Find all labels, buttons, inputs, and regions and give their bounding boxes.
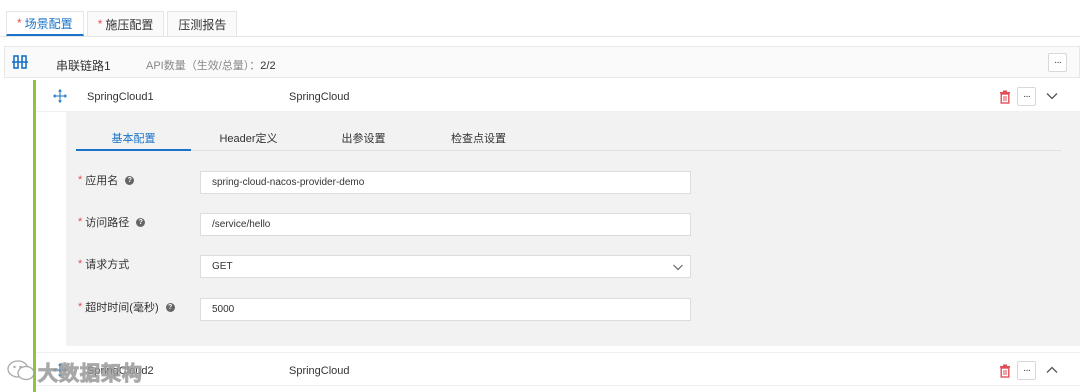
field-label-method: * 请求方式 [78,256,129,272]
sub-tab-output[interactable]: 出参设置 [306,130,421,151]
tab-label: 施压配置 [105,17,154,32]
chain-bar [33,80,36,392]
required-mark: * [78,174,83,186]
chain-more-button[interactable]: ··· [1048,53,1067,72]
method-value: GET [212,261,233,272]
field-label-text: 请求方式 [85,259,130,271]
tab-scene-config[interactable]: * 场景配置 [6,11,84,36]
delete-icon[interactable] [999,364,1011,378]
sub-tab-header[interactable]: Header定义 [191,130,306,151]
chevron-up-icon[interactable] [1045,363,1059,377]
required-mark: * [17,16,22,30]
tab-label: 压测报告 [178,17,227,32]
chain-icon [12,55,28,69]
field-label-app-name: * 应用名 ? [78,172,135,188]
config-sub-tabs: 基本配置 Header定义 出参设置 检查点设置 [76,130,1061,151]
delete-icon[interactable] [999,90,1011,104]
config-panel: 基本配置 Header定义 出参设置 检查点设置 * 应用名 ? spring-… [66,112,1080,346]
watermark-text: 大数据架构 [38,362,143,385]
help-icon[interactable]: ? [125,175,135,185]
chevron-down-icon[interactable] [1045,89,1059,103]
app-name-value: spring-cloud-nacos-provider-demo [212,177,365,188]
node-row-2[interactable]: SpringCloud2 SpringCloud ··· [36,352,1080,386]
timeout-value: 5000 [212,304,235,315]
api-count-label: API数量（生效/总量）： [146,60,261,72]
field-label-text: 应用名 [85,175,119,187]
node-more-button[interactable]: ··· [1017,361,1036,380]
tab-label: 场景配置 [24,16,73,31]
api-count-value: 2/2 [260,60,276,72]
chain-title: 串联链路1 [56,59,111,73]
path-input[interactable]: /service/hello [200,213,691,236]
field-label-timeout: * 超时时间(毫秒) ? [78,299,175,315]
move-icon[interactable] [52,88,68,104]
chevron-down-icon [673,264,683,271]
field-label-text: 访问路径 [85,217,130,229]
path-value: /service/hello [212,219,271,230]
required-mark: * [78,258,83,270]
required-mark: * [97,17,103,31]
node-type: SpringCloud [289,365,350,377]
node-name: SpringCloud1 [87,91,154,103]
tabs-divider [0,36,1080,37]
chain-header: 串联链路1 API数量（生效/总量）：2/2 ··· [4,46,1080,78]
wechat-logo-icon [7,360,35,381]
help-icon[interactable]: ? [165,302,175,312]
help-icon[interactable]: ? [136,217,146,227]
tab-report[interactable]: 压测报告 [167,11,238,36]
required-mark: * [78,216,83,228]
sub-tab-checkpoint[interactable]: 检查点设置 [421,130,536,151]
node-type: SpringCloud [289,91,350,103]
field-label-text: 超时时间(毫秒) [85,302,159,314]
node-more-button[interactable]: ··· [1017,87,1036,106]
app-name-input[interactable]: spring-cloud-nacos-provider-demo [200,171,691,194]
method-select[interactable]: GET [200,255,691,278]
timeout-input[interactable]: 5000 [200,298,691,321]
top-tabs: * 场景配置 * 施压配置 压测报告 [6,11,240,36]
api-count: API数量（生效/总量）：2/2 [146,57,276,73]
watermark: 大数据架构 [6,356,143,386]
field-label-path: * 访问路径 ? [78,214,146,230]
node-row-1[interactable]: SpringCloud1 SpringCloud ··· [36,80,1080,112]
tab-load-config[interactable]: * 施压配置 [86,11,165,36]
required-mark: * [78,301,83,313]
sub-tab-basic[interactable]: 基本配置 [76,130,191,151]
